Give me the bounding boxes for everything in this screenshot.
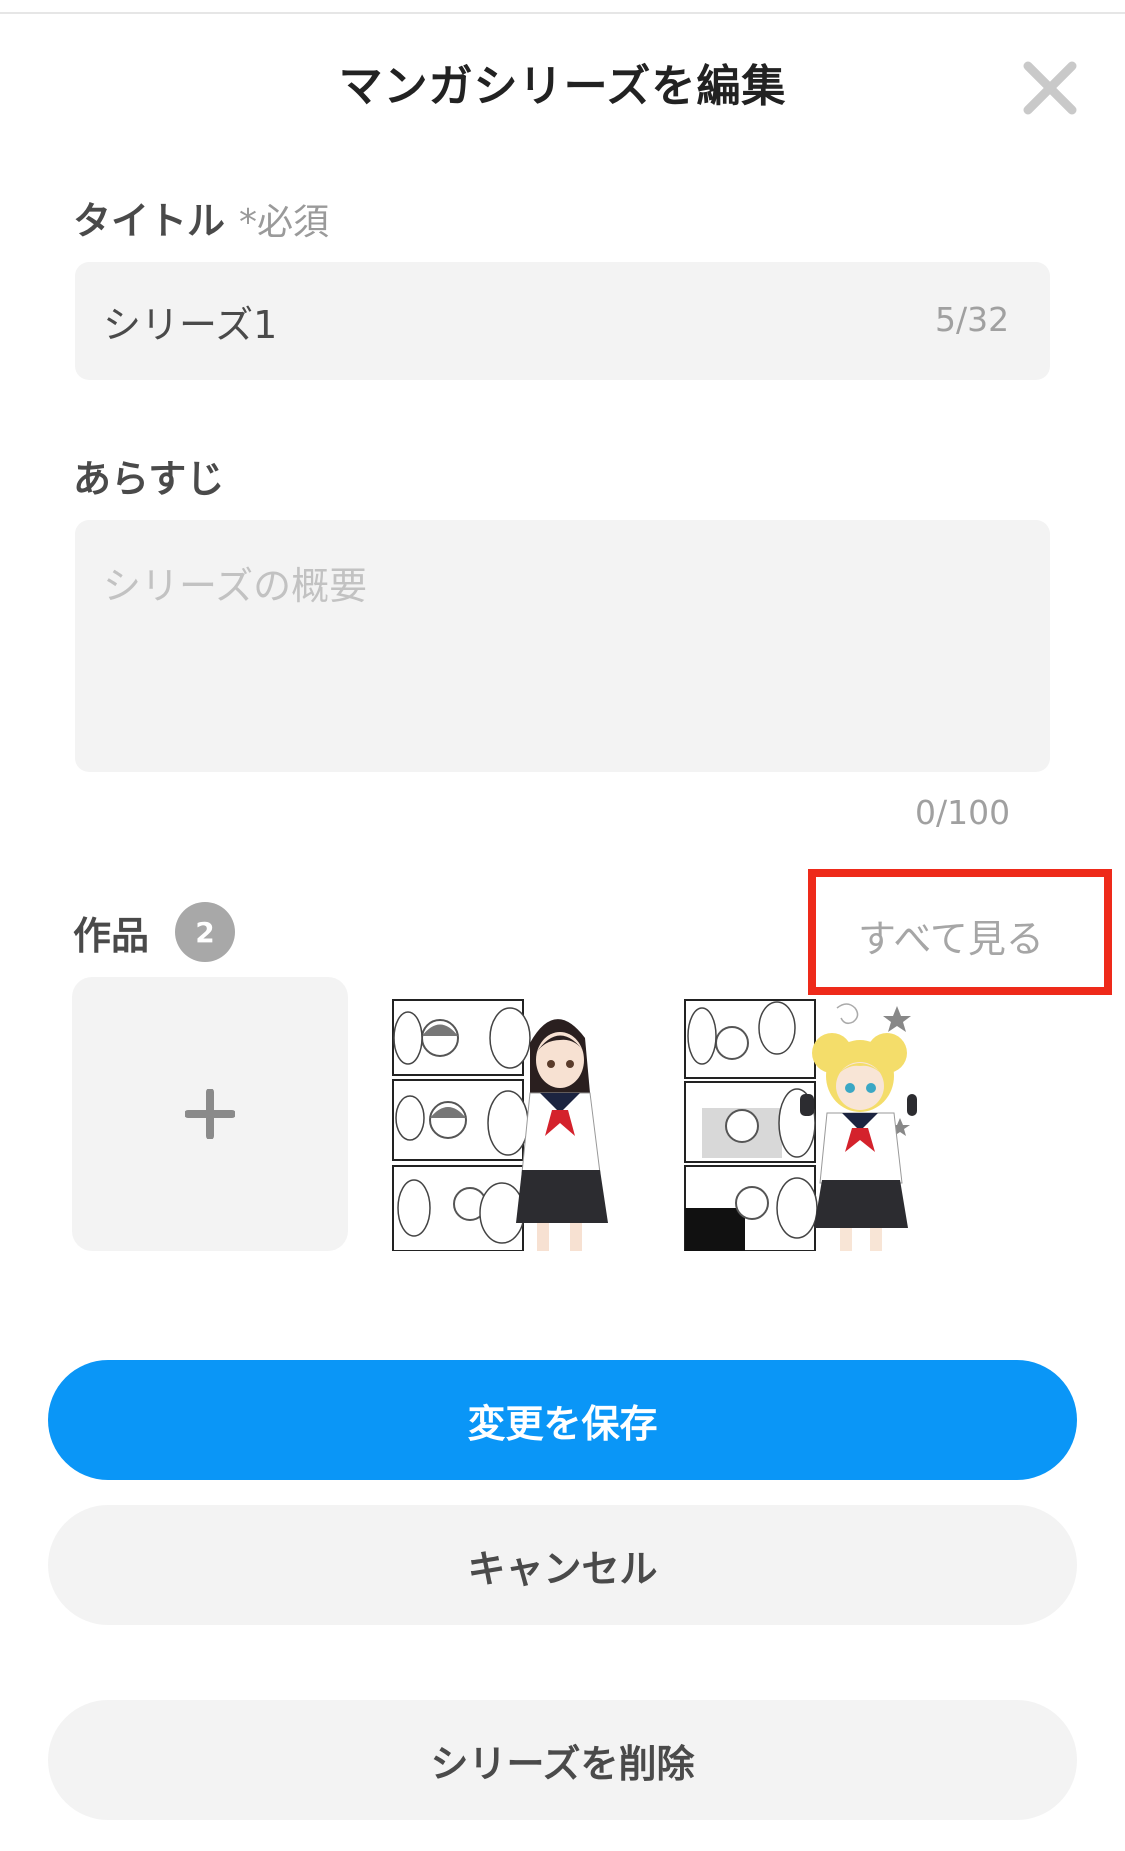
manga-thumbnail-1[interactable] bbox=[390, 998, 626, 1251]
save-changes-button[interactable]: 変更を保存 bbox=[48, 1360, 1077, 1480]
manga-page-image bbox=[390, 998, 626, 1251]
close-button[interactable] bbox=[1022, 60, 1078, 116]
title-label: タイトル *必須 bbox=[73, 190, 329, 245]
add-work-button[interactable] bbox=[72, 977, 348, 1251]
title-label-text: タイトル bbox=[73, 199, 226, 243]
page-title: マンガシリーズを編集 bbox=[338, 61, 787, 112]
synopsis-label: あらすじ bbox=[73, 457, 225, 501]
works-label: 作品 bbox=[73, 914, 150, 958]
title-input[interactable]: シリーズ1 5/32 bbox=[75, 262, 1050, 380]
top-divider bbox=[0, 12, 1125, 14]
see-all-link[interactable]: すべて見る bbox=[858, 908, 1044, 963]
synopsis-placeholder: シリーズの概要 bbox=[103, 564, 368, 608]
required-marker: *必須 bbox=[239, 202, 330, 243]
synopsis-textarea[interactable]: シリーズの概要 bbox=[75, 520, 1050, 772]
manga-thumbnail-2[interactable] bbox=[682, 998, 918, 1251]
title-char-counter: 5/32 bbox=[935, 300, 1010, 339]
delete-series-button[interactable]: シリーズを削除 bbox=[48, 1700, 1077, 1820]
cancel-button[interactable]: キャンセル bbox=[48, 1505, 1077, 1625]
plus-icon bbox=[185, 1089, 235, 1139]
title-input-value: シリーズ1 bbox=[103, 303, 278, 347]
manga-page-image bbox=[682, 998, 918, 1251]
works-count-badge: 2 bbox=[175, 902, 235, 962]
close-icon bbox=[1023, 61, 1077, 115]
synopsis-char-counter: 0/100 bbox=[915, 793, 1011, 832]
